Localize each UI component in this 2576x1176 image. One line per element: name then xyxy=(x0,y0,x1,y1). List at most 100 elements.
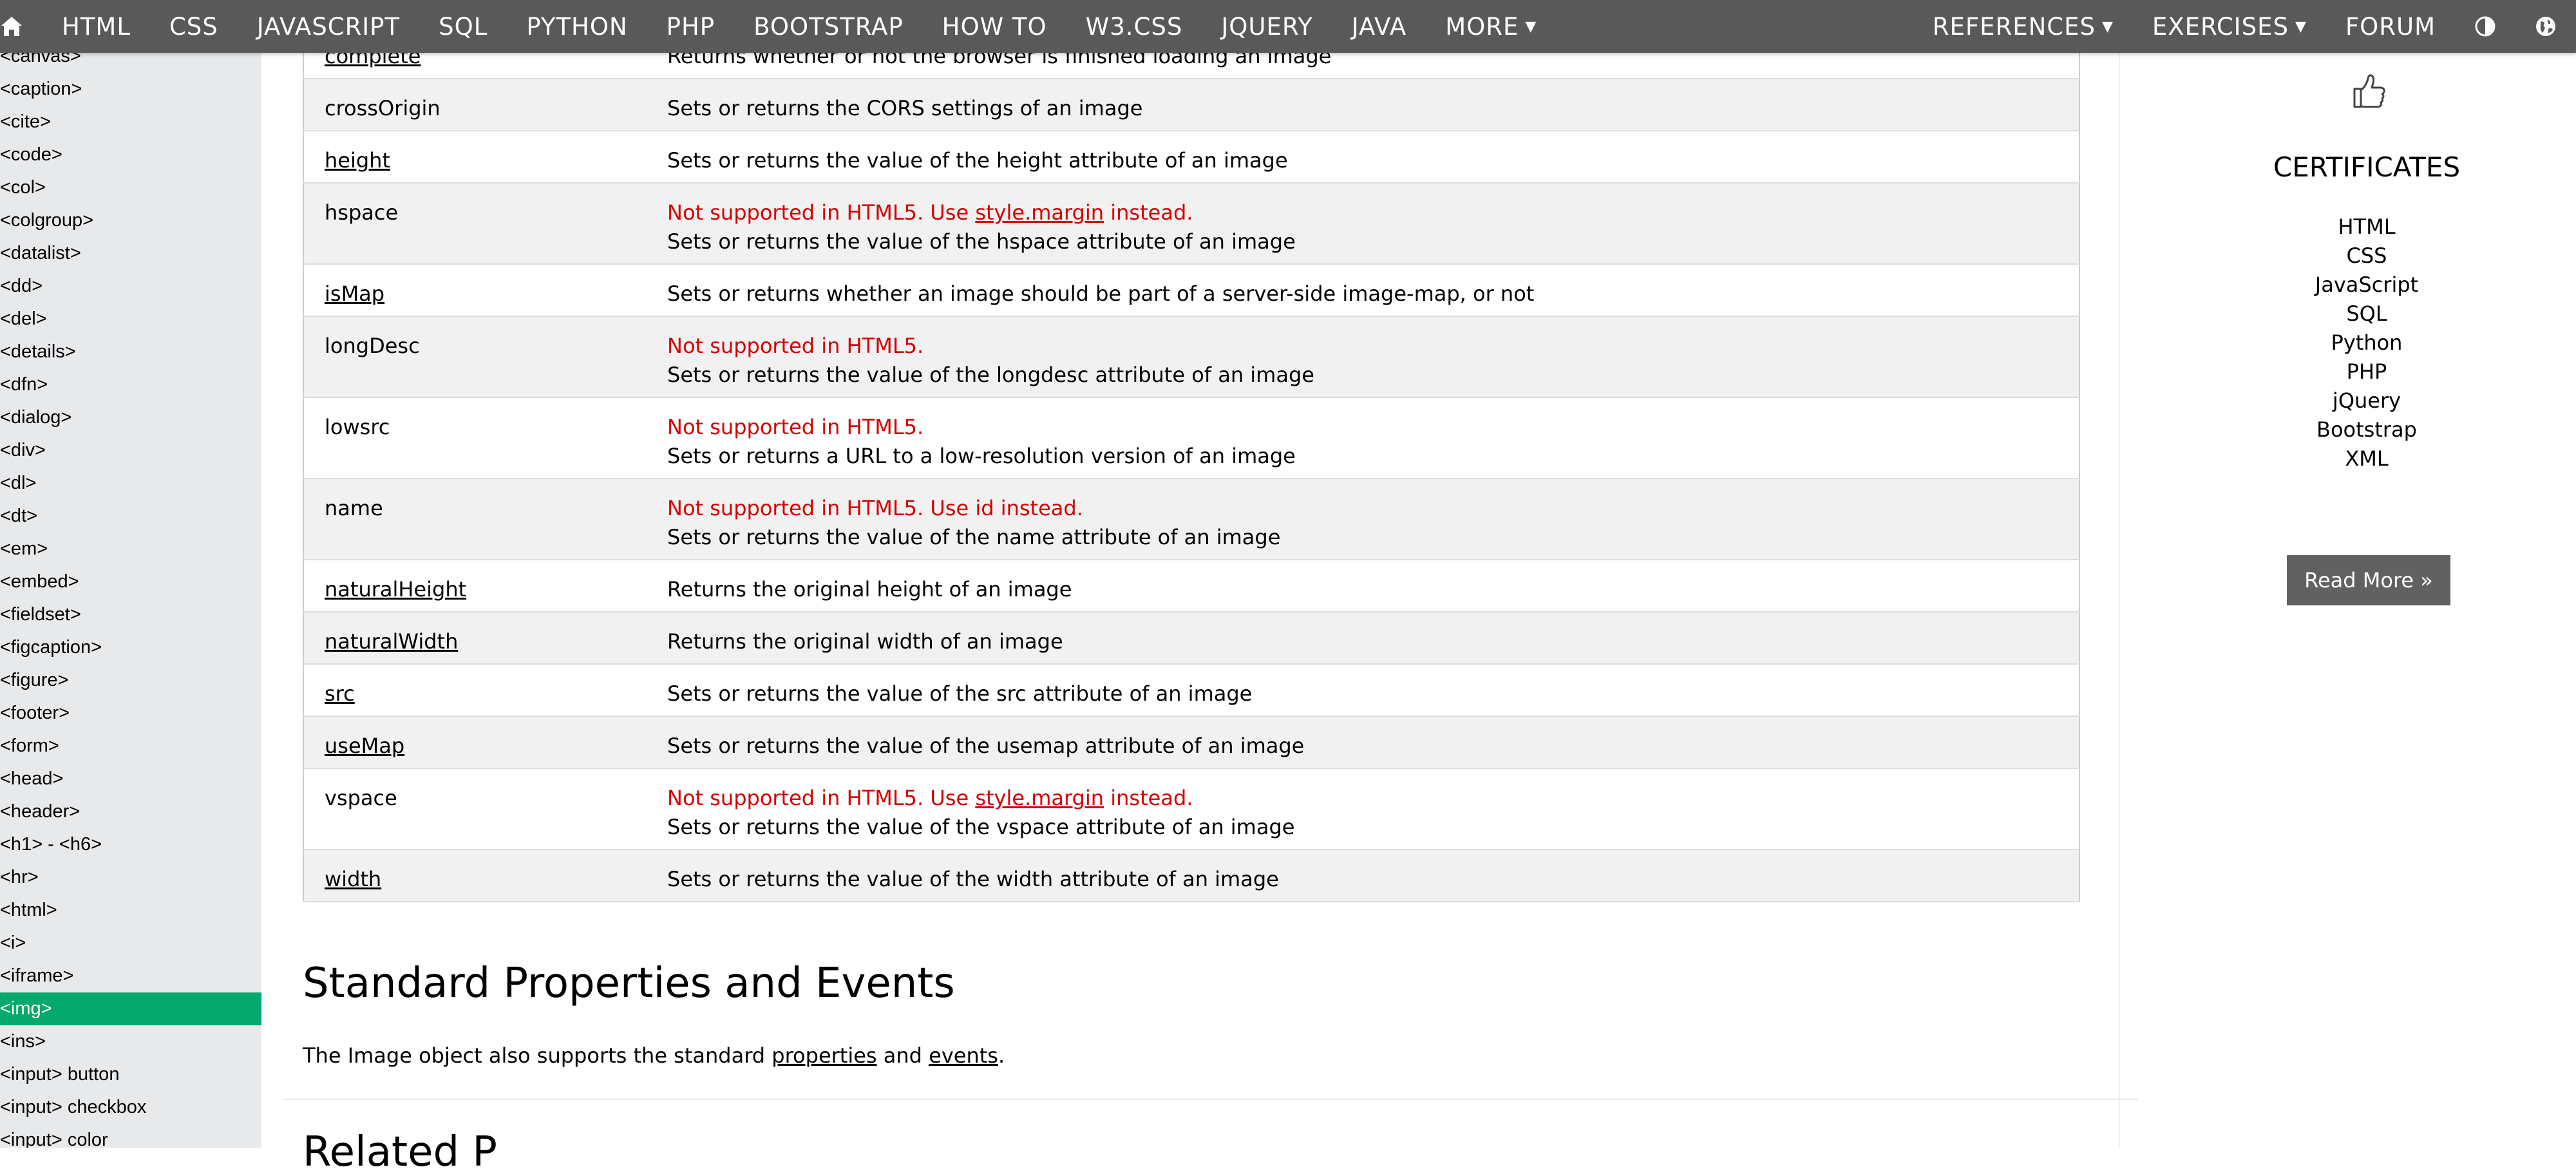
sidebar-link[interactable]: <iframe> xyxy=(0,960,261,992)
certificate-link[interactable]: Python xyxy=(2119,328,2576,357)
sidebar-link[interactable]: <colgroup> xyxy=(0,204,261,237)
caret-down-icon: ▼ xyxy=(2101,18,2114,35)
sidebar-link[interactable]: <div> xyxy=(0,434,261,467)
nav-item-forum[interactable]: FORUM xyxy=(2326,0,2455,53)
certificate-link[interactable]: jQuery xyxy=(2119,386,2576,415)
sidebar-link[interactable]: <input> button xyxy=(0,1058,261,1091)
certificate-link[interactable]: XML xyxy=(2119,444,2576,473)
sidebar-link[interactable]: <dt> xyxy=(0,500,261,533)
nav-item-references[interactable]: REFERENCES ▼ xyxy=(1913,0,2133,53)
nav-item-php[interactable]: PHP xyxy=(647,0,734,53)
nav-item-html[interactable]: HTML xyxy=(43,0,150,53)
table-row: name Not supported in HTML5. Use id inste… xyxy=(303,479,2079,560)
property-link[interactable]: naturalWidth xyxy=(325,627,647,656)
sidebar-link[interactable]: <html> xyxy=(0,894,261,927)
property-cell: lowsrc xyxy=(303,397,647,479)
nav-item-python[interactable]: PYTHON xyxy=(507,0,647,53)
sidebar-link[interactable]: <dd> xyxy=(0,270,261,303)
sidebar-link[interactable]: <footer> xyxy=(0,697,261,730)
property-description: Sets or returns the value of the hspace … xyxy=(667,229,1296,254)
note-text: Not supported in HTML5. xyxy=(667,334,924,358)
property-link[interactable]: height xyxy=(325,146,647,175)
sidebar-link[interactable]: <hr> xyxy=(0,861,261,894)
sidebar-link[interactable]: <input> color xyxy=(0,1124,261,1148)
sidebar-link[interactable]: <dl> xyxy=(0,467,261,500)
sidebar-link[interactable]: <embed> xyxy=(0,565,261,598)
sidebar-link[interactable]: <cite> xyxy=(0,106,261,138)
sidebar-link[interactable]: <i> xyxy=(0,927,261,960)
nav-item-java[interactable]: JAVA xyxy=(1332,0,1426,53)
properties-link[interactable]: properties xyxy=(772,1043,876,1068)
nav-item-sql[interactable]: SQL xyxy=(419,0,507,53)
certificate-link[interactable]: SQL xyxy=(2119,299,2576,328)
nav-item-exercises[interactable]: EXERCISES ▼ xyxy=(2133,0,2326,53)
sidebar-link[interactable]: <dfn> xyxy=(0,368,261,401)
certificate-link[interactable]: HTML xyxy=(2119,213,2576,242)
certificate-link[interactable]: CSS xyxy=(2119,242,2576,270)
nav-item-label: JQUERY xyxy=(1221,12,1313,41)
sidebar-link[interactable]: <figcaption> xyxy=(0,631,261,664)
related-heading: Related P xyxy=(303,1128,497,1176)
sidebar-link[interactable]: <fieldset> xyxy=(0,598,261,631)
property-description: Sets or returns the value of the name at… xyxy=(667,525,1281,549)
sidebar-link[interactable]: <caption> xyxy=(0,73,261,106)
certificate-link[interactable]: PHP xyxy=(2119,357,2576,386)
sidebar-link[interactable]: <col> xyxy=(0,171,261,204)
sidebar-link[interactable]: <header> xyxy=(0,795,261,828)
sidebar-link[interactable]: <input> checkbox xyxy=(0,1091,261,1124)
events-link[interactable]: events xyxy=(929,1043,998,1068)
nav-item-css[interactable]: CSS xyxy=(150,0,238,53)
nav-item-w3-css[interactable]: W3.CSS xyxy=(1066,0,1202,53)
thumbs-up-icon[interactable] xyxy=(2351,72,2387,112)
globe-icon[interactable] xyxy=(2515,0,2576,53)
table-row: src Sets or returns the value of the src … xyxy=(303,664,2079,717)
nav-item-label: W3.CSS xyxy=(1085,12,1183,41)
certificate-link[interactable]: JavaScript xyxy=(2119,270,2576,299)
sidebar-link[interactable]: <ins> xyxy=(0,1025,261,1058)
sidebar-link[interactable]: <details> xyxy=(0,336,261,368)
description-cell: Not supported in HTML5. Sets or returns a… xyxy=(647,397,2079,479)
nav-item-how-to[interactable]: HOW TO xyxy=(923,0,1066,53)
property-cell: naturalHeight xyxy=(303,560,647,612)
nav-item-label: MORE xyxy=(1445,12,1519,41)
sidebar-link[interactable]: <dialog> xyxy=(0,401,261,434)
theme-toggle-icon[interactable] xyxy=(2455,0,2515,53)
nav-item-label: SQL xyxy=(439,12,488,41)
nav-item-label: BOOTSTRAP xyxy=(753,12,904,41)
sidebar-link[interactable]: <em> xyxy=(0,533,261,565)
style-margin-link[interactable]: style.margin xyxy=(975,200,1104,225)
deprecation-note: Not supported in HTML5. Use id instead. xyxy=(667,494,2079,523)
note-text-end: instead. xyxy=(1104,200,1193,225)
nav-item-bootstrap[interactable]: BOOTSTRAP xyxy=(734,0,923,53)
property-cell: crossOrigin xyxy=(303,79,647,131)
table-row: naturalHeight Returns the original height… xyxy=(303,560,2079,612)
sidebar-link[interactable]: <form> xyxy=(0,730,261,763)
sidebar-link[interactable]: <img> xyxy=(0,992,261,1025)
property-link[interactable]: useMap xyxy=(325,732,647,761)
sidebar-link[interactable]: <datalist> xyxy=(0,237,261,270)
property-link[interactable]: width xyxy=(325,865,647,894)
style-margin-link[interactable]: style.margin xyxy=(975,786,1104,810)
sidebar-link[interactable]: <code> xyxy=(0,138,261,171)
home-icon[interactable] xyxy=(0,0,43,53)
sidebar-link[interactable]: <head> xyxy=(0,763,261,795)
nav-item-jquery[interactable]: JQUERY xyxy=(1202,0,1332,53)
property-description: Sets or returns the value of the width a… xyxy=(667,867,1279,891)
read-more-button[interactable]: Read More » xyxy=(2287,555,2450,605)
sidebar-link[interactable]: <h1> - <h6> xyxy=(0,828,261,861)
nav-item-more[interactable]: MORE ▼ xyxy=(1426,0,1556,53)
sidebar-link[interactable]: <figure> xyxy=(0,664,261,697)
note-text: Not supported in HTML5. xyxy=(667,415,924,439)
table-row: height Sets or returns the value of the h… xyxy=(303,131,2079,184)
caret-down-icon: ▼ xyxy=(1525,18,1537,35)
property-link[interactable]: naturalHeight xyxy=(325,575,647,604)
sidebar-link[interactable]: <del> xyxy=(0,303,261,336)
nav-item-javascript[interactable]: JAVASCRIPT xyxy=(238,0,419,53)
property-link[interactable]: isMap xyxy=(325,280,647,308)
table-row: longDesc Not supported in HTML5. Sets or r… xyxy=(303,316,2079,398)
nav-item-label: PYTHON xyxy=(526,12,628,41)
property-link[interactable]: src xyxy=(325,679,647,708)
sidebar-link[interactable]: <canvas> xyxy=(0,53,261,73)
property-table: complete Returns whether or not the brows… xyxy=(303,26,2080,902)
certificate-link[interactable]: Bootstrap xyxy=(2119,415,2576,444)
